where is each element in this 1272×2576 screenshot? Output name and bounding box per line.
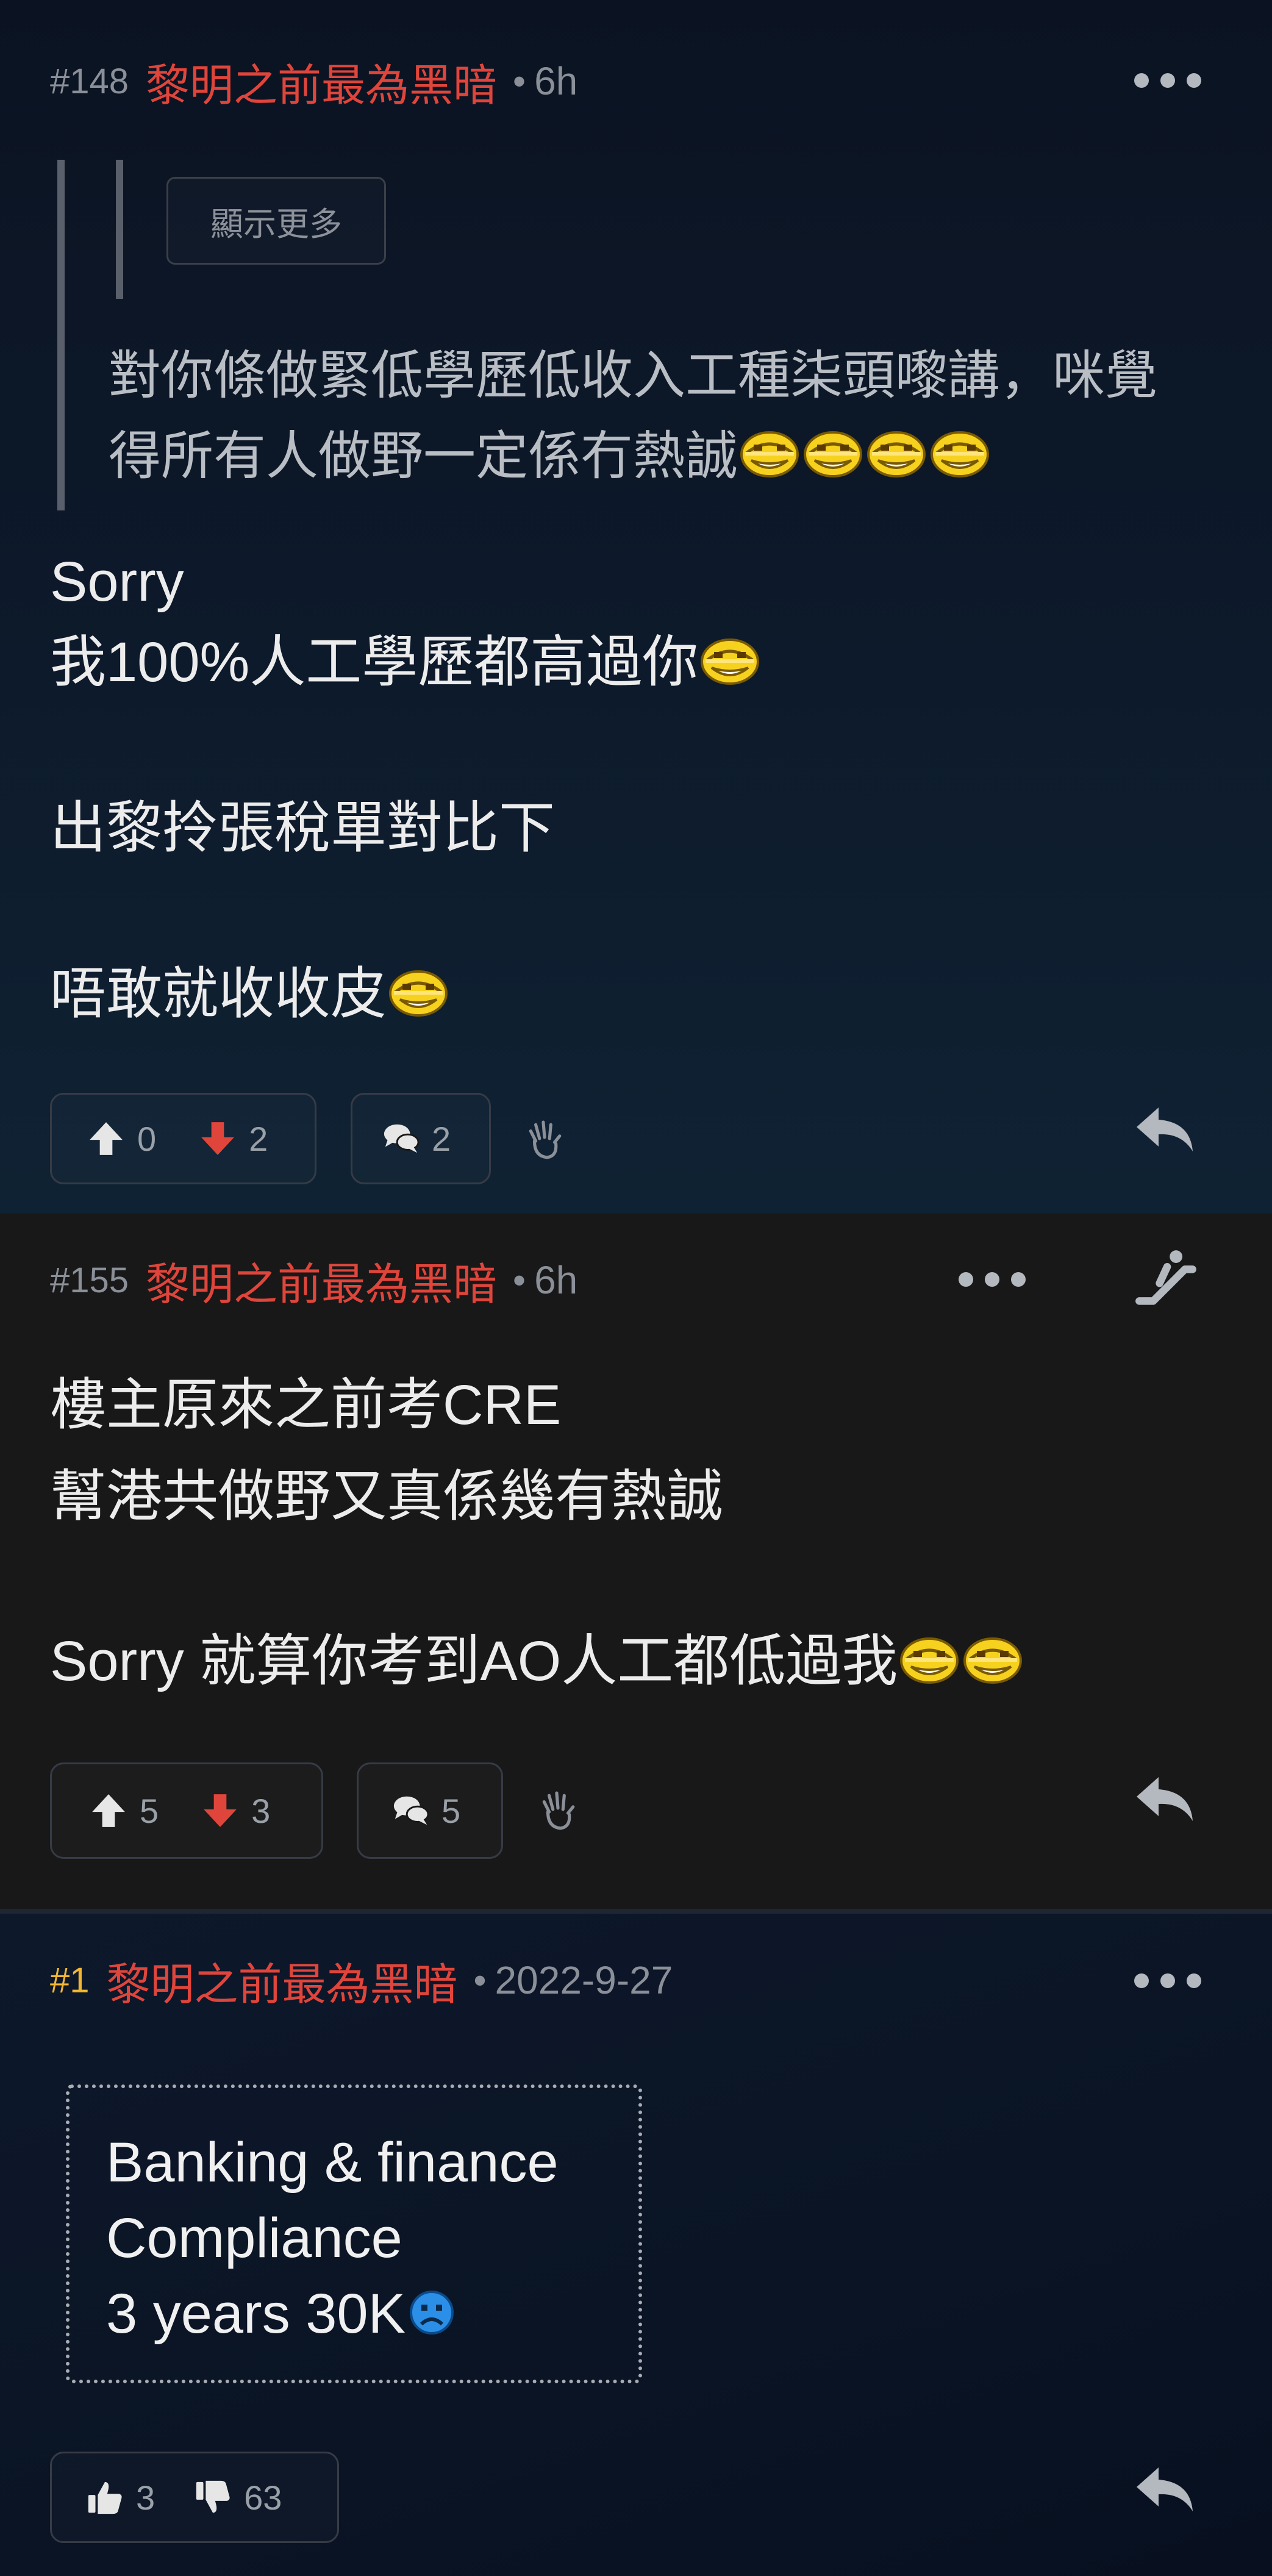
comment-count: 5	[441, 1791, 461, 1830]
reply-icon[interactable]	[1134, 1775, 1195, 1823]
downvote-count: 3	[251, 1791, 271, 1830]
thumb-up-icon[interactable]	[86, 2478, 124, 2516]
like-button-group: 3 63	[50, 2452, 339, 2543]
thumb-down-icon[interactable]	[194, 2478, 232, 2516]
post-time: 6h	[534, 59, 578, 103]
post-time: 2022-9-27	[495, 1958, 673, 2002]
vote-button-group: 5 3	[50, 1762, 323, 1859]
author-name[interactable]: 黎明之前最為黑暗	[146, 1248, 497, 1312]
upvote-count: 0	[137, 1119, 157, 1158]
post-body: 樓主原來之前考CRE 幫港共做野又真係幾有熱誠 Sorry 就算你考到AO人工都…	[50, 1365, 1024, 1701]
post-header: #148 黎明之前最為黑暗 • 6h	[50, 48, 577, 115]
post-148: #148 黎明之前最為黑暗 • 6h 顯示更多 對你條做緊低學歷低收入工種柒頭嚟…	[0, 0, 1272, 1214]
dislike-count: 63	[244, 2478, 282, 2517]
floor-number: #1	[50, 1960, 90, 2000]
quote-bar-outer	[57, 160, 65, 510]
comment-button[interactable]: 2	[351, 1093, 491, 1184]
arrow-down-icon[interactable]	[201, 1792, 239, 1830]
comment-icon	[391, 1792, 429, 1830]
quote-text: 對你條做緊低學歷低收入工種柒頭嚟講，咪覺 得所有人做野一定係冇熱誠	[109, 346, 1157, 485]
arrow-up-icon[interactable]	[87, 1120, 125, 1157]
author-name[interactable]: 黎明之前最為黑暗	[107, 1948, 458, 2012]
emoji-icon	[931, 426, 989, 479]
emoji-icon	[867, 426, 926, 479]
bordered-content-box: Banking & finance Compliance 3 years 30K	[66, 2084, 642, 2383]
comment-button[interactable]: 5	[357, 1762, 503, 1859]
emoji-icon	[963, 1633, 1022, 1685]
emoji-icon	[740, 426, 799, 479]
post-header: #1 黎明之前最為黑暗 • 2022-9-27	[50, 1947, 673, 2014]
floor-number: #155	[50, 1260, 129, 1300]
show-more-button[interactable]: 顯示更多	[166, 177, 386, 265]
author-name[interactable]: 黎明之前最為黑暗	[146, 49, 497, 113]
comment-count: 2	[432, 1119, 451, 1158]
floor-number: #148	[50, 61, 129, 101]
downvote-count: 2	[249, 1119, 268, 1158]
more-icon[interactable]	[1134, 68, 1201, 93]
arrow-up-icon[interactable]	[90, 1792, 127, 1830]
comment-icon	[382, 1120, 420, 1157]
arrow-down-icon[interactable]	[199, 1120, 237, 1157]
more-icon[interactable]	[959, 1267, 1026, 1292]
sad-emoji-icon	[409, 2290, 454, 2335]
post-155: #155 黎明之前最為黑暗 • 6h 樓主原來之前考CRE 幫港共做野又真係幾有…	[0, 1214, 1272, 1909]
upvote-count: 5	[140, 1791, 159, 1830]
escalator-icon[interactable]	[1134, 1248, 1198, 1311]
hand-icon[interactable]	[526, 1120, 563, 1160]
vote-button-group: 0 2	[50, 1093, 316, 1184]
post-body: Sorry 我100%人工學歷都高過你 出黎拎張稅單對比下 唔敢就收收皮	[50, 542, 762, 1034]
post-header: #155 黎明之前最為黑暗 • 6h	[50, 1247, 577, 1314]
emoji-icon	[389, 965, 448, 1018]
hand-icon[interactable]	[539, 1791, 577, 1831]
emoji-icon	[701, 634, 759, 686]
emoji-icon	[804, 426, 862, 479]
reply-icon[interactable]	[1134, 1105, 1195, 1154]
post-time: 6h	[534, 1258, 578, 1302]
reply-icon[interactable]	[1134, 2465, 1195, 2514]
quote-bar-inner	[116, 160, 123, 299]
emoji-icon	[900, 1633, 959, 1685]
like-count: 3	[136, 2478, 155, 2517]
more-icon[interactable]	[1134, 1969, 1201, 1993]
